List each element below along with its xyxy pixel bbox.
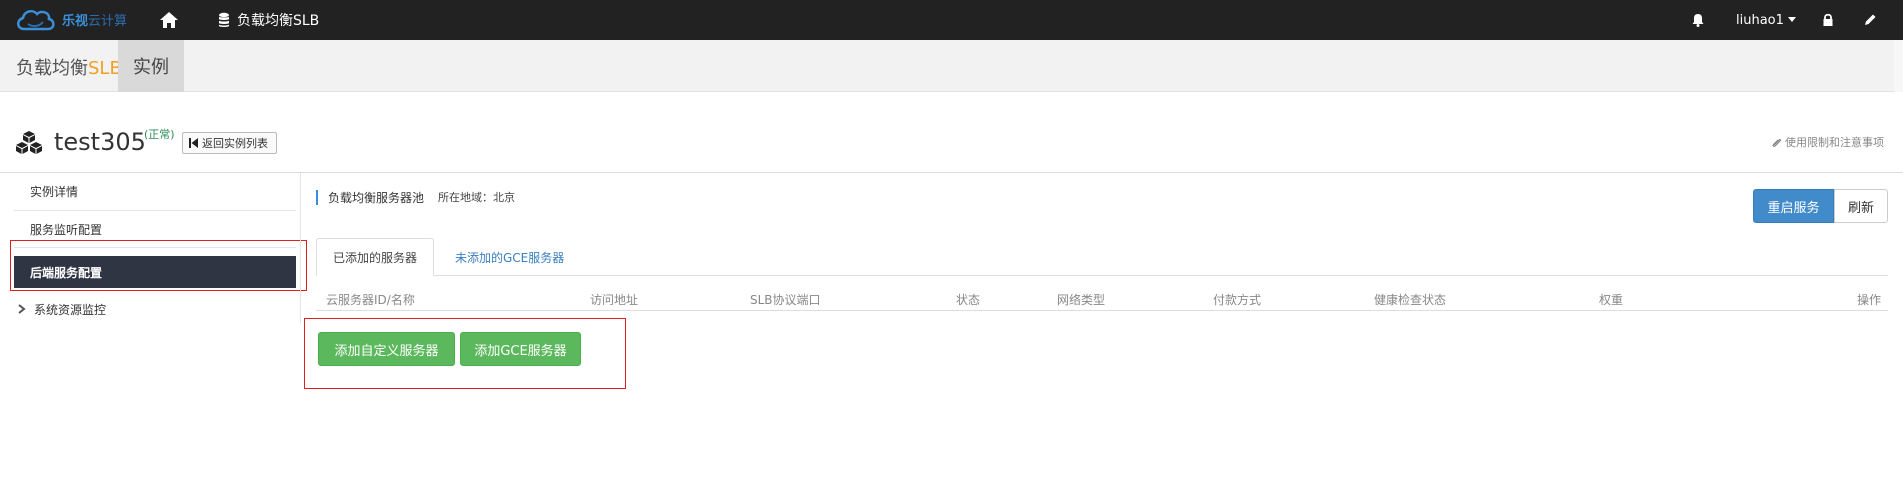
nav-product-slb[interactable]: 负载均衡SLB <box>218 0 319 40</box>
refresh-button[interactable]: 刷新 <box>1834 189 1888 223</box>
chevron-right-icon <box>18 304 26 314</box>
tab-added-servers[interactable]: 已添加的服务器 <box>316 238 434 276</box>
brand-accent: SLB <box>88 58 122 79</box>
instance-name: test305 <box>54 128 146 156</box>
column-header: 权重 <box>1599 293 1624 307</box>
bell-icon[interactable] <box>1688 10 1708 30</box>
cloud-logo-icon <box>17 9 55 31</box>
highlight-box <box>10 240 307 291</box>
column-header: 状态 <box>956 293 981 307</box>
restart-service-button[interactable]: 重启服务 <box>1753 189 1834 223</box>
pool-title: 负载均衡服务器池 <box>328 190 425 205</box>
column-header: 网络类型 <box>1057 293 1106 307</box>
server-table-header: 云服务器ID/名称 访问地址 SLB协议端口 状态 网络类型 付款方式 健康检查… <box>316 287 1888 311</box>
database-icon <box>219 12 229 27</box>
add-gce-server-button[interactable]: 添加GCE服务器 <box>460 332 581 366</box>
logo-text-main: 乐视 <box>62 14 89 29</box>
pencil-icon[interactable] <box>1860 10 1880 30</box>
tab-instances[interactable]: 实例 <box>118 40 184 92</box>
home-icon[interactable] <box>158 9 180 31</box>
column-header: 健康检查状态 <box>1374 293 1447 307</box>
logo[interactable]: 乐视云计算 <box>14 5 164 35</box>
username: liuhao1 <box>1736 12 1784 28</box>
sub-header: 负载均衡SLB 实例 <box>0 40 1903 92</box>
lock-icon[interactable] <box>1818 10 1838 30</box>
region-label: 所在地域：北京 <box>438 191 516 204</box>
cubes-icon <box>16 131 42 154</box>
instance-status: (正常) <box>144 128 175 141</box>
column-header: 付款方式 <box>1213 293 1262 307</box>
sidebar-border <box>300 173 301 323</box>
brand-title: 负载均衡SLB <box>16 54 122 80</box>
sidebar-item-instance-details[interactable]: 实例详情 <box>14 175 296 207</box>
logo-text: 乐视云计算 <box>62 10 127 29</box>
column-header: SLB协议端口 <box>750 293 821 307</box>
column-header: 访问地址 <box>590 293 639 307</box>
paperclip-icon <box>1772 138 1782 147</box>
brand-prefix: 负载均衡 <box>16 58 88 79</box>
back-to-list-label: 返回实例列表 <box>202 137 268 150</box>
usage-limits-link[interactable]: 使用限制和注意事项 <box>1771 134 1884 150</box>
nav-product-label: 负载均衡SLB <box>237 13 320 29</box>
column-header: 云服务器ID/名称 <box>326 293 415 307</box>
user-menu[interactable]: liuhao1 <box>1736 0 1796 40</box>
sidebar-item-resource-monitor[interactable]: 系统资源监控 <box>14 293 296 325</box>
sidebar-item-label: 服务监听配置 <box>30 222 103 237</box>
sidebar-divider <box>14 210 296 211</box>
scrollbar[interactable] <box>1894 40 1903 92</box>
section-marker <box>316 189 318 205</box>
column-header: 操作 <box>1857 293 1882 307</box>
sidebar-item-label: 系统资源监控 <box>34 302 107 317</box>
pool-header: 负载均衡服务器池 所在地域：北京 <box>316 189 515 205</box>
top-navbar: 乐视云计算 负载均衡SLB liuhao1 <box>0 0 1903 40</box>
add-custom-server-button[interactable]: 添加自定义服务器 <box>318 332 455 366</box>
logo-text-suffix: 云计算 <box>88 14 128 29</box>
back-to-list-button[interactable]: 返回实例列表 <box>182 132 277 154</box>
sidebar-item-label: 实例详情 <box>30 184 79 199</box>
usage-limits-label: 使用限制和注意事项 <box>1785 136 1884 149</box>
step-backward-icon <box>189 138 198 148</box>
tab-unadded-gce-servers[interactable]: 未添加的GCE服务器 <box>440 238 579 276</box>
caret-down-icon <box>1787 17 1796 22</box>
